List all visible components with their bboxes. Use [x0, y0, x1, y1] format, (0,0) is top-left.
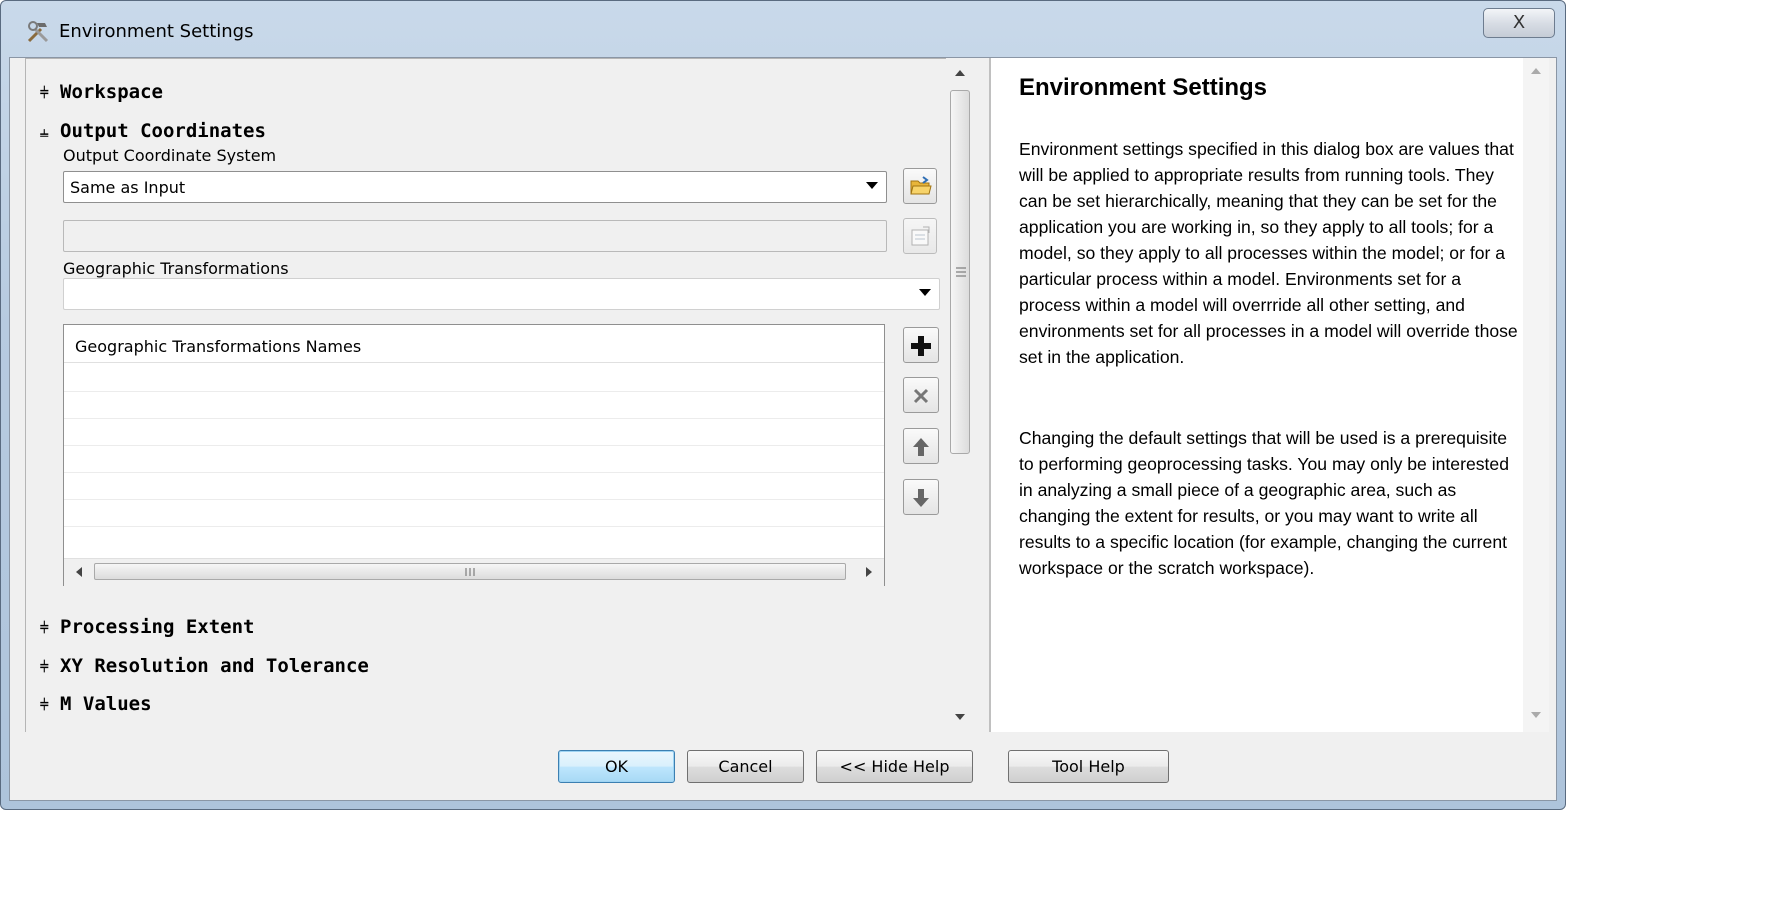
grid-column-header: Geographic Transformations Names	[64, 325, 884, 363]
help-paragraph: Changing the default settings that will …	[1019, 428, 1509, 578]
table-row[interactable]	[64, 526, 884, 527]
scroll-left-icon[interactable]	[76, 567, 82, 577]
section-xy-resolution[interactable]: ⫩ XY Resolution and Tolerance	[40, 655, 369, 677]
environment-settings-window: Environment Settings X ⫩ Workspace ⫨ Outpu…	[0, 0, 1566, 810]
scroll-right-icon[interactable]	[866, 567, 872, 577]
chevron-down-icon	[919, 289, 931, 296]
chevron-down-icon	[866, 182, 878, 189]
horizontal-scrollbar[interactable]	[64, 558, 884, 586]
grip-icon	[465, 568, 475, 576]
move-up-button[interactable]	[903, 428, 939, 464]
table-row[interactable]	[64, 418, 884, 419]
settings-panel: ⫩ Workspace ⫨ Output Coordinates Output Co…	[25, 58, 959, 732]
arrow-down-icon	[913, 489, 929, 507]
dialog-client-area: ⫩ Workspace ⫨ Output Coordinates Output Co…	[9, 57, 1557, 801]
move-down-button[interactable]	[903, 479, 939, 515]
hammer-wrench-icon	[27, 21, 49, 43]
section-output-coordinates[interactable]: ⫨ Output Coordinates	[40, 120, 266, 142]
section-processing-extent[interactable]: ⫩ Processing Extent	[40, 616, 254, 638]
grip-icon	[956, 267, 966, 277]
cancel-button[interactable]: Cancel	[687, 750, 804, 783]
chevron-down-icon: ⫩	[40, 619, 49, 637]
ok-button[interactable]: OK	[558, 750, 675, 783]
chevron-down-icon: ⫩	[40, 84, 49, 102]
geographic-transformations-select[interactable]	[63, 278, 940, 310]
scroll-up-icon[interactable]	[955, 70, 965, 76]
section-m-values-label: M Values	[60, 693, 152, 715]
geographic-transformations-label: Geographic Transformations	[63, 259, 289, 278]
help-paragraph: Environment settings specified in this d…	[1019, 139, 1518, 367]
scroll-up-icon[interactable]	[1531, 68, 1541, 74]
chevron-down-icon: ⫩	[40, 658, 49, 676]
window-title: Environment Settings	[59, 21, 254, 42]
close-button[interactable]: X	[1483, 8, 1555, 38]
section-output-coordinates-label: Output Coordinates	[60, 120, 266, 142]
browse-coordinate-system-button[interactable]	[903, 168, 937, 204]
scroll-down-icon[interactable]	[955, 714, 965, 720]
settings-vertical-scrollbar[interactable]	[946, 58, 974, 732]
horizontal-scroll-thumb[interactable]	[94, 563, 846, 580]
tool-help-button[interactable]: Tool Help	[1008, 750, 1169, 783]
geographic-transformations-grid[interactable]: Geographic Transformations Names	[63, 324, 885, 586]
table-row[interactable]	[64, 391, 884, 392]
table-row[interactable]	[64, 499, 884, 500]
help-panel: Environment Settings Environment setting…	[989, 58, 1549, 732]
open-folder-icon	[910, 176, 932, 195]
hide-help-button[interactable]: << Hide Help	[816, 750, 973, 783]
x-icon	[913, 388, 929, 404]
plus-icon	[911, 336, 931, 356]
output-coordinate-system-value: Same as Input	[70, 178, 186, 197]
remove-transformation-button[interactable]	[903, 377, 939, 413]
close-icon: X	[1512, 12, 1526, 33]
coordinate-system-properties-button[interactable]	[903, 218, 937, 254]
chevron-down-icon: ⫩	[40, 696, 49, 714]
help-title: Environment Settings	[1019, 74, 1268, 101]
section-workspace[interactable]: ⫩ Workspace	[40, 81, 163, 103]
output-coordinate-system-select[interactable]: Same as Input	[63, 171, 887, 203]
vertical-scroll-thumb[interactable]	[950, 90, 970, 454]
title-bar[interactable]: Environment Settings X	[1, 1, 1565, 57]
chevron-up-icon: ⫨	[40, 123, 49, 141]
table-row[interactable]	[64, 445, 884, 446]
output-coordinate-system-label: Output Coordinate System	[63, 146, 277, 165]
scroll-down-icon[interactable]	[1531, 712, 1541, 718]
add-transformation-button[interactable]	[903, 327, 939, 363]
coordinate-system-details-field	[63, 220, 887, 252]
help-vertical-scrollbar[interactable]	[1523, 58, 1549, 732]
arrow-up-icon	[913, 438, 929, 456]
section-xy-resolution-label: XY Resolution and Tolerance	[60, 655, 369, 677]
properties-icon	[911, 226, 930, 246]
section-processing-extent-label: Processing Extent	[60, 616, 255, 638]
section-m-values[interactable]: ⫩ M Values	[40, 693, 152, 715]
table-row[interactable]	[64, 472, 884, 473]
section-workspace-label: Workspace	[60, 81, 163, 103]
